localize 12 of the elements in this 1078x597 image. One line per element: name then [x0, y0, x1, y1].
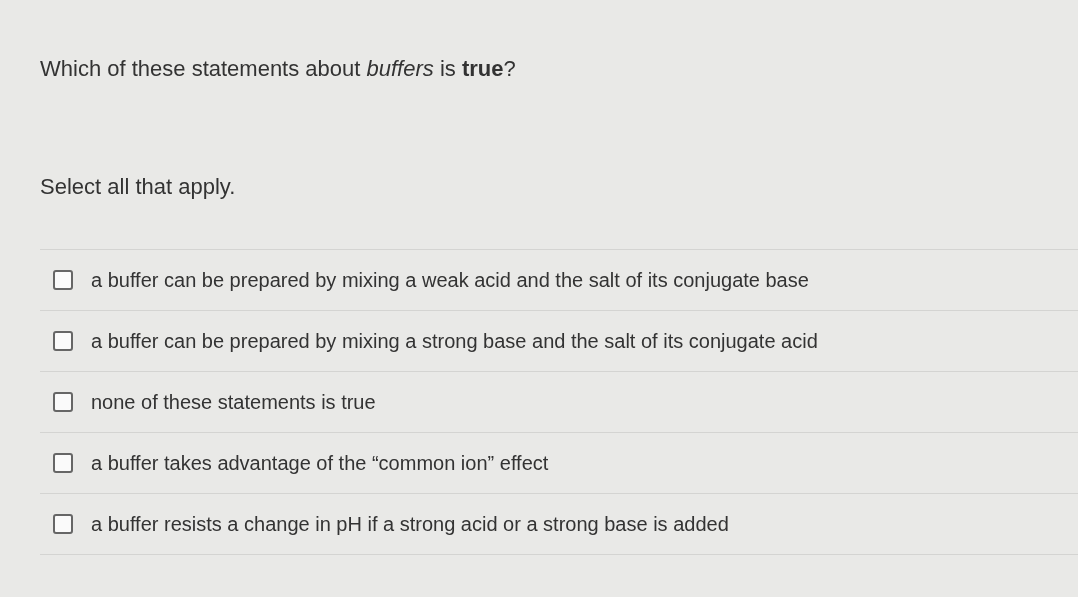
checkbox[interactable] [53, 514, 73, 534]
option-label: a buffer can be prepared by mixing a strong base and the salt of its conjugate acid [91, 329, 818, 353]
option-label: none of these statements is true [91, 390, 376, 414]
instruction-text: Select all that apply. [40, 173, 237, 201]
checkbox[interactable] [53, 331, 73, 351]
checkbox[interactable] [53, 392, 73, 412]
option-label: a buffer resists a change in pH if a strong acid or a strong base is added [91, 512, 729, 536]
question-text: Which of these statements about buffers is true? [40, 55, 517, 83]
option-label: a buffer can be prepared by mixing a weak acid and the salt of its conjugate base [91, 268, 809, 292]
option-label: a buffer takes advantage of the “common ion” effect [91, 451, 549, 475]
checkbox[interactable] [53, 453, 73, 473]
checkbox[interactable] [53, 270, 73, 290]
